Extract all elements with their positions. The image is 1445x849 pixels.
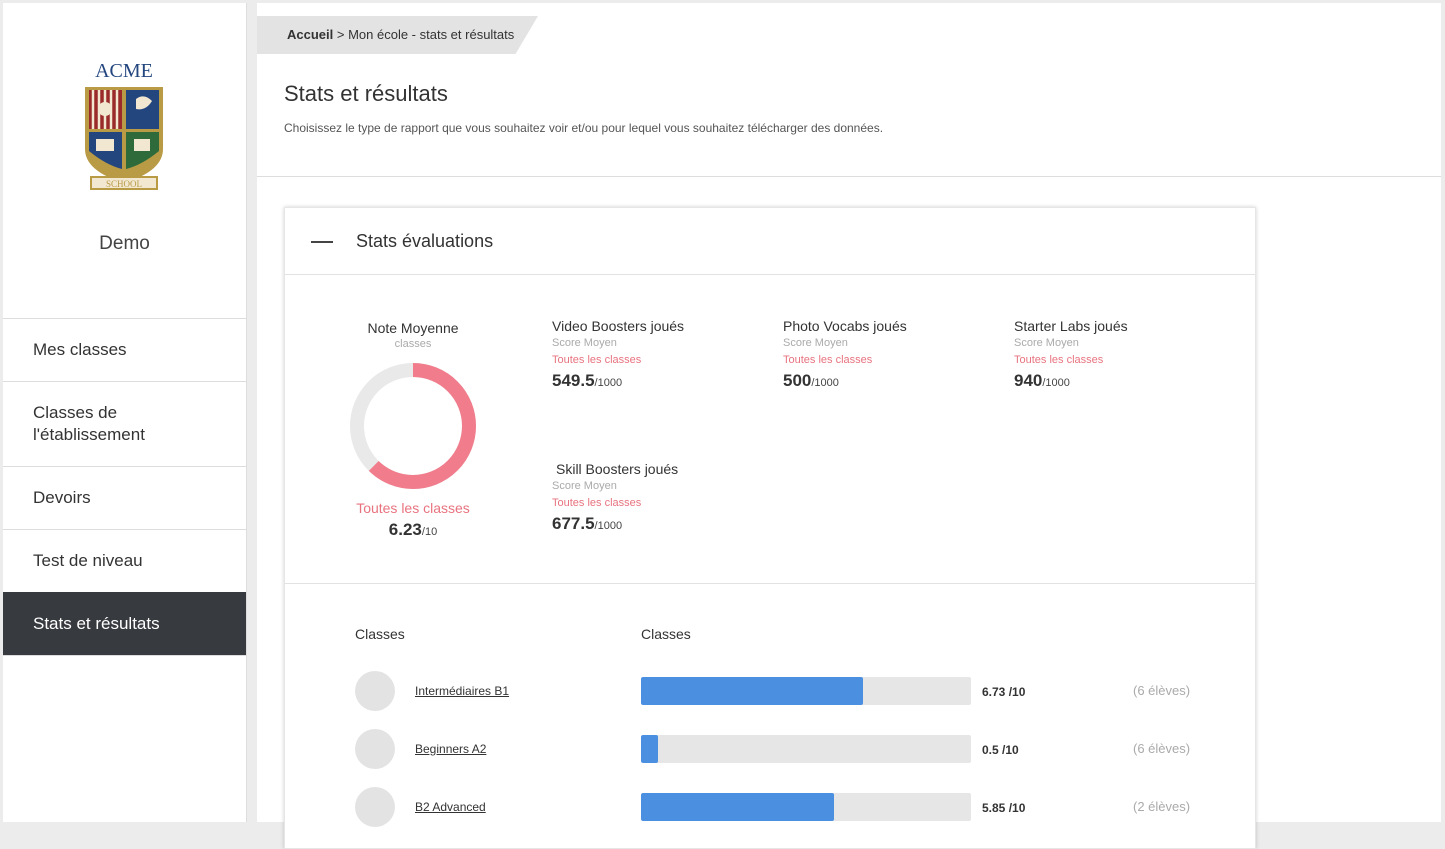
stat-subtitle: Score Moyen	[783, 337, 848, 349]
stat-title: Starter Labs joués	[1014, 318, 1128, 334]
sidebar-item-label: Classes de l'établissement	[33, 403, 145, 444]
stat-max: /1000	[594, 520, 623, 532]
stat-subtitle: Score Moyen	[1014, 337, 1079, 349]
note-moyenne-number: 6.23	[388, 520, 422, 539]
sidebar-item-label: Stats et résultats	[33, 614, 160, 633]
class-avatar	[355, 671, 395, 711]
class-score-max: /10	[998, 743, 1019, 757]
sidebar-item-devoirs[interactable]: Devoirs	[3, 466, 246, 529]
class-name-link[interactable]: B2 Advanced	[415, 800, 486, 814]
note-moyenne-max: /10	[421, 526, 438, 538]
stat-number: 549.5	[552, 371, 595, 390]
breadcrumb-home-link[interactable]: Accueil	[287, 27, 333, 42]
column-header-classes: Classes	[355, 626, 405, 642]
note-moyenne-all-classes-link[interactable]: Toutes les classes	[285, 500, 541, 516]
stat-number: 940	[1014, 371, 1043, 390]
class-score-number: 6.73	[982, 685, 1006, 699]
sidebar-item-label: Devoirs	[33, 488, 91, 507]
class-name-link[interactable]: Intermédiaires B1	[415, 684, 509, 698]
stat-all-classes-link[interactable]: Toutes les classes	[783, 352, 983, 369]
stats-overview: Note Moyenne classes Toutes les classes …	[285, 275, 1255, 584]
class-score: 6.73 /10	[982, 685, 1025, 699]
stat-number: 500	[783, 371, 812, 390]
stat-value: 677.5/1000	[552, 514, 752, 534]
card-header[interactable]: Stats évaluations	[285, 208, 1255, 275]
sidebar-nav: Mes classes Classes de l'établissement D…	[3, 318, 246, 656]
class-row: Intermédiaires B1 6.73 /10 (6 élèves)	[285, 671, 1255, 713]
stat-subtitle: Score Moyen	[552, 480, 617, 492]
page-title: Stats et résultats	[284, 81, 448, 106]
school-logo[interactable]: ACME SCHOOL	[81, 59, 167, 199]
stat-value: 500/1000	[783, 371, 983, 391]
class-row: Beginners A2 0.5 /10 (6 élèves)	[285, 729, 1255, 771]
note-moyenne-subtitle: classes	[394, 338, 432, 350]
stats-evaluations-card: Stats évaluations Note Moyenne classes T…	[284, 207, 1256, 849]
score-bar-fill	[641, 735, 658, 763]
stat-title: Video Boosters joués	[552, 318, 685, 334]
sidebar-item-label: Mes classes	[33, 340, 127, 359]
note-moyenne-title: Note Moyenne	[367, 320, 459, 336]
stat-value: 549.5/1000	[552, 371, 752, 391]
sidebar-item-classes-etablissement[interactable]: Classes de l'établissement	[3, 381, 246, 466]
breadcrumb-separator: >	[333, 27, 349, 42]
stat-subtitle: Score Moyen	[552, 337, 617, 349]
score-bar-track	[641, 735, 971, 763]
stat-title: Skill Boosters joués	[556, 461, 679, 477]
class-avatar	[355, 787, 395, 827]
stat-title: Photo Vocabs joués	[783, 318, 907, 334]
sidebar: ACME SCHOOL Demo Mes classes Classes de …	[3, 3, 247, 822]
stat-max: /1000	[1042, 377, 1070, 389]
class-name-link[interactable]: Beginners A2	[415, 742, 486, 756]
card-title: Stats évaluations	[356, 231, 494, 251]
header-divider	[257, 176, 1441, 177]
stat-all-classes-link[interactable]: Toutes les classes	[552, 352, 752, 369]
logo-banner-text: SCHOOL	[106, 179, 142, 189]
collapse-minus-icon[interactable]	[311, 241, 333, 243]
stat-max: /1000	[811, 377, 839, 389]
page-description: Choisissez le type de rapport que vous s…	[284, 121, 884, 135]
note-moyenne-value: 6.23/10	[285, 520, 541, 540]
class-pupil-count: (6 élèves)	[1133, 683, 1191, 698]
main-content: Accueil > Mon école - stats et résultats…	[257, 3, 1441, 849]
score-bar-track	[641, 677, 971, 705]
class-score-max: /10	[1005, 801, 1026, 815]
sidebar-item-label: Test de niveau	[33, 551, 143, 570]
stat-number: 677.5	[552, 514, 595, 533]
stat-video-boosters: Video Boosters joués Score Moyen Toutes …	[552, 317, 752, 391]
school-name: Demo	[99, 233, 150, 254]
stat-value: 940/1000	[1014, 371, 1214, 391]
sidebar-item-mes-classes[interactable]: Mes classes	[3, 318, 246, 381]
logo-top-text: ACME	[95, 60, 153, 82]
stat-all-classes-link[interactable]: Toutes les classes	[1014, 352, 1214, 369]
class-score-max: /10	[1005, 685, 1026, 699]
class-avatar	[355, 729, 395, 769]
sidebar-divider	[3, 655, 246, 656]
stat-skill-boosters: Skill Boosters joués Score Moyen Toutes …	[552, 460, 752, 534]
score-bar-track	[641, 793, 971, 821]
sidebar-item-stats-resultats[interactable]: Stats et résultats	[3, 592, 246, 655]
class-score-number: 5.85	[982, 801, 1006, 815]
class-pupil-count: (2 élèves)	[1133, 799, 1191, 814]
class-pupil-count: (6 élèves)	[1133, 741, 1191, 756]
class-score-number: 0.5	[982, 743, 999, 757]
score-bar-fill	[641, 793, 835, 821]
class-row: B2 Advanced 5.85 /10 (2 élèves)	[285, 787, 1255, 829]
column-header-classes-scores: Classes	[641, 626, 691, 642]
score-bar-fill	[641, 677, 864, 705]
breadcrumb-current: Mon école - stats et résultats	[348, 27, 515, 42]
breadcrumb: Accueil > Mon école - stats et résultats	[257, 16, 538, 54]
stat-photo-vocabs: Photo Vocabs joués Score Moyen Toutes le…	[783, 317, 983, 391]
class-score: 0.5 /10	[982, 743, 1019, 757]
note-moyenne-donut	[350, 363, 476, 489]
stat-max: /1000	[594, 377, 623, 389]
stat-all-classes-link[interactable]: Toutes les classes	[552, 495, 752, 512]
stat-starter-labs: Starter Labs joués Score Moyen Toutes le…	[1014, 317, 1214, 391]
class-score: 5.85 /10	[982, 801, 1025, 815]
acme-shield-logo: ACME SCHOOL	[85, 60, 163, 190]
sidebar-item-test-de-niveau[interactable]: Test de niveau	[3, 529, 246, 592]
